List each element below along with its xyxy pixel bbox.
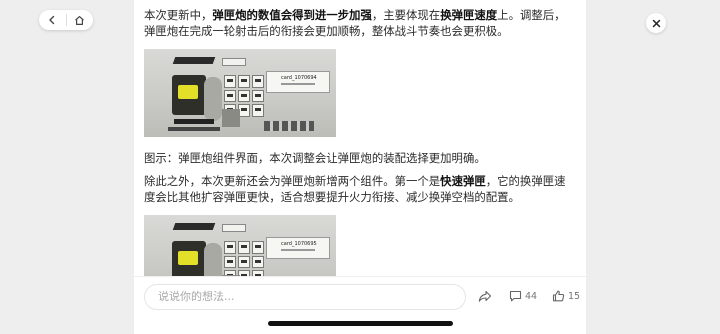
- text: 本次更新中，: [144, 8, 213, 22]
- comments-button[interactable]: 44: [509, 290, 537, 302]
- bold-text: 快速弹匣: [440, 174, 486, 188]
- thumbs-up-icon: [552, 290, 565, 302]
- back-button[interactable]: [39, 10, 66, 30]
- paragraph-components: 除此之外，本次更新还会为弹匣炮新增两个组件。第一个是快速弹匣，它的换弹匣速度会比…: [144, 173, 574, 205]
- article-image-1[interactable]: card_1070694: [144, 49, 336, 137]
- paragraph-intro: 本次更新中，弹匣炮的数值会得到进一步加强，主要体现在换弹匣速度上。调整后，弹匣炮…: [144, 7, 574, 39]
- comment-input[interactable]: 说说你的想法...: [144, 284, 466, 310]
- image-caption: 图示：弹匣炮组件界面，本次调整会让弹匣炮的装配选择更加明确。: [144, 151, 486, 165]
- like-button[interactable]: 15: [552, 290, 580, 302]
- bold-text: 弹匣炮的数值会得到进一步加强: [212, 8, 372, 22]
- comment-icon: [509, 290, 522, 302]
- bold-text: 换弹匣速度: [440, 8, 498, 22]
- home-indicator[interactable]: [268, 321, 453, 326]
- nav-pill: [39, 10, 93, 30]
- likes-count: 15: [568, 290, 581, 302]
- home-icon: [75, 15, 85, 25]
- chevron-left-icon: [49, 15, 55, 25]
- image-panel-title: card_1070694: [281, 75, 317, 81]
- close-icon: [652, 19, 660, 27]
- text: ，主要体现在: [371, 8, 441, 22]
- home-button[interactable]: [67, 10, 94, 30]
- close-button[interactable]: [646, 13, 666, 33]
- share-icon: [478, 290, 492, 302]
- comments-count: 44: [525, 290, 538, 302]
- text: 除此之外，本次更新还会为弹匣炮新增两个组件。第一个是: [144, 174, 441, 188]
- image-panel-title: card_1070695: [281, 241, 317, 247]
- share-button[interactable]: [478, 290, 492, 303]
